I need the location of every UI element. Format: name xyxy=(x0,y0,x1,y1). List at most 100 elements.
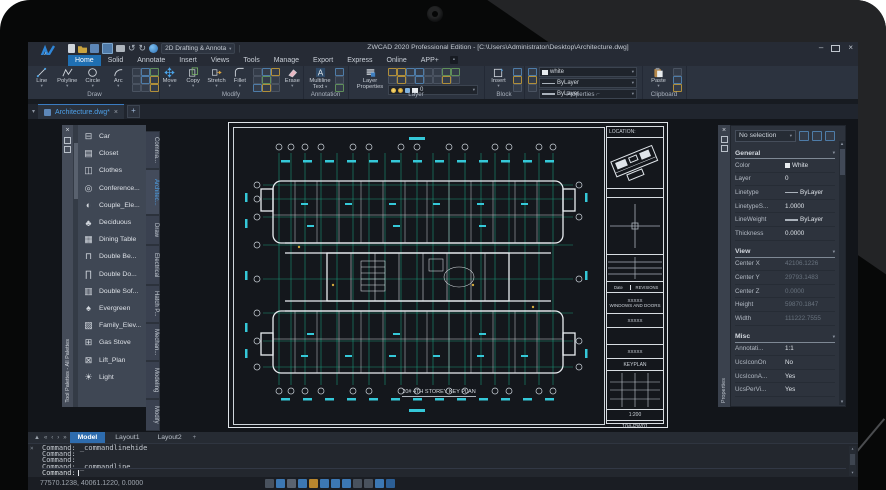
palette-tab-hatch[interactable]: Hatch P... xyxy=(146,285,160,323)
save-as-icon[interactable] xyxy=(102,43,113,54)
move-button[interactable]: Move▾ xyxy=(159,67,180,88)
palette-item-deciduous[interactable]: ♣Deciduous xyxy=(82,214,146,231)
scroll-down-icon[interactable]: ▾ xyxy=(839,399,845,405)
mirror-icon[interactable] xyxy=(262,68,271,76)
ribbon-options-icon[interactable]: ▪ xyxy=(450,56,458,64)
scroll-down-icon[interactable]: ▾ xyxy=(849,470,856,476)
nav-last-icon[interactable]: » xyxy=(62,435,67,441)
stretch-button[interactable]: Stretch▾ xyxy=(206,67,227,88)
palette-item-gas-stove[interactable]: ⊞Gas Stove xyxy=(82,334,146,351)
layer-states-icon[interactable] xyxy=(451,76,460,84)
panel-launcher-icon[interactable]: ⌐ xyxy=(596,91,600,98)
polar-tracking-icon[interactable] xyxy=(298,479,307,488)
revision-cloud-icon[interactable] xyxy=(132,76,141,84)
palette-item-dining-table[interactable]: ▦Dining Table xyxy=(82,231,146,248)
nav-next-icon[interactable]: › xyxy=(56,435,60,441)
prop-row-ucsiconat[interactable]: UcsIconA...Yes xyxy=(735,370,835,384)
cut-icon[interactable] xyxy=(673,68,682,76)
layer-lock-icon[interactable] xyxy=(424,68,433,76)
trim-icon[interactable] xyxy=(271,76,280,84)
tab-tools[interactable]: Tools xyxy=(236,55,266,66)
palette-item-double-door[interactable]: ∏Double Do... xyxy=(82,266,146,283)
palette-item-conference[interactable]: ◎Conference... xyxy=(82,180,146,197)
palette-item-double-bed[interactable]: ⊓Double Be... xyxy=(82,248,146,265)
tab-layout2[interactable]: Layout2 xyxy=(149,432,189,443)
prop-row-layer[interactable]: Layer0 xyxy=(735,173,835,187)
palette-tab-architecture[interactable]: Architec... xyxy=(146,169,160,215)
lineweight-display-icon[interactable] xyxy=(353,479,362,488)
palette-item-closet[interactable]: ▤Closet xyxy=(82,145,146,162)
model-space-icon[interactable] xyxy=(265,479,274,488)
donut-icon[interactable] xyxy=(141,76,150,84)
doc-tab-scroll-icon[interactable]: ▾ xyxy=(32,108,35,115)
section-misc-header[interactable]: Misc▾ xyxy=(735,332,835,343)
spline-icon[interactable] xyxy=(141,68,150,76)
redo-icon[interactable]: ↻ xyxy=(139,44,147,53)
palette-pin-icon[interactable] xyxy=(64,137,71,144)
toggle-pickadd-icon[interactable] xyxy=(799,131,809,141)
prop-row-color[interactable]: ColorWhite xyxy=(735,159,835,173)
hatch-icon[interactable] xyxy=(150,68,159,76)
linetype-dropdown[interactable]: ByLayer ▾ xyxy=(539,78,637,88)
doc-close-icon[interactable]: × xyxy=(114,109,118,116)
palette-item-couple-elev[interactable]: ◐Couple_Ele... xyxy=(82,197,146,214)
snap-icon[interactable] xyxy=(276,479,285,488)
command-input[interactable]: Command: xyxy=(42,468,846,477)
palette-scroll-thumb[interactable] xyxy=(74,143,78,199)
command-window[interactable]: × Command: _commandlinehide Command: Com… xyxy=(28,443,858,478)
offset-icon[interactable] xyxy=(262,76,271,84)
grid-icon[interactable] xyxy=(309,479,318,488)
ortho-icon[interactable] xyxy=(287,479,296,488)
save-icon[interactable] xyxy=(90,44,99,53)
layer-properties-button[interactable]: Layer Properties xyxy=(354,67,386,90)
paste-button[interactable]: Paste▾ xyxy=(646,67,671,88)
copy-button[interactable]: Copy▾ xyxy=(182,67,203,88)
block-edit-icon[interactable] xyxy=(513,68,522,76)
object-snap-icon[interactable] xyxy=(320,479,329,488)
scroll-up-icon[interactable]: ▴ xyxy=(849,446,856,452)
tab-layout1[interactable]: Layout1 xyxy=(107,432,147,443)
palette-item-lift-plan[interactable]: ⊠Lift_Plan xyxy=(82,351,146,368)
rotate-icon[interactable] xyxy=(253,68,262,76)
palette-item-family-elev[interactable]: ▨Family_Elev... xyxy=(82,317,146,334)
attribute-icon[interactable] xyxy=(513,76,522,84)
layer-freeze-vp-icon[interactable] xyxy=(442,76,451,84)
doc-tab-architecture[interactable]: Architecture.dwg* × xyxy=(38,104,124,119)
array-icon[interactable] xyxy=(253,76,262,84)
palette-item-double-sofa[interactable]: ▥Double Sof... xyxy=(82,283,146,300)
gradient-icon[interactable] xyxy=(150,76,159,84)
object-track-icon[interactable] xyxy=(331,479,340,488)
prop-row-ucsiconon[interactable]: UcsIconOnNo xyxy=(735,356,835,370)
new-doc-tab-button[interactable]: + xyxy=(127,105,140,118)
layer-current-icon[interactable] xyxy=(388,76,397,84)
palette-item-car[interactable]: ⊟Car xyxy=(82,128,146,145)
section-general-header[interactable]: General▾ xyxy=(735,148,835,159)
match-properties-icon[interactable] xyxy=(528,68,537,76)
section-view-header[interactable]: View▾ xyxy=(735,247,835,258)
layer-delete-icon[interactable] xyxy=(433,76,442,84)
palette-tab-mechanical[interactable]: Mechan... xyxy=(146,323,160,361)
tab-insert[interactable]: Insert xyxy=(172,55,204,66)
prop-row-annotation-scale[interactable]: Annotati...1:1 xyxy=(735,343,835,357)
layer-isolate-icon[interactable] xyxy=(442,68,451,76)
layer-previous-icon[interactable] xyxy=(406,76,415,84)
tab-views[interactable]: Views xyxy=(204,55,237,66)
palette-tab-modify[interactable]: Modify xyxy=(146,399,160,431)
properties-scrollbar[interactable]: ▴ ▾ xyxy=(839,141,845,405)
tab-manage[interactable]: Manage xyxy=(267,55,306,66)
dynamic-input-icon[interactable] xyxy=(342,479,351,488)
layer-match-icon[interactable] xyxy=(397,76,406,84)
scale-icon[interactable] xyxy=(271,68,280,76)
properties-close-icon[interactable]: × xyxy=(722,127,726,134)
new-file-icon[interactable] xyxy=(68,44,75,53)
layer-off-icon[interactable] xyxy=(397,68,406,76)
palette-tab-electrical[interactable]: Electrical xyxy=(146,245,160,285)
scroll-up-icon[interactable]: ▴ xyxy=(839,141,845,147)
layer-unlock-icon[interactable] xyxy=(433,68,442,76)
multiline-text-button[interactable]: A Multiline Text ▾ xyxy=(307,67,333,90)
select-objects-icon[interactable] xyxy=(812,131,822,141)
command-close-icon[interactable]: × xyxy=(30,445,34,452)
tab-export[interactable]: Export xyxy=(306,55,340,66)
quick-select-icon[interactable] xyxy=(825,131,835,141)
selection-dropdown[interactable]: No selection▾ xyxy=(735,130,796,142)
